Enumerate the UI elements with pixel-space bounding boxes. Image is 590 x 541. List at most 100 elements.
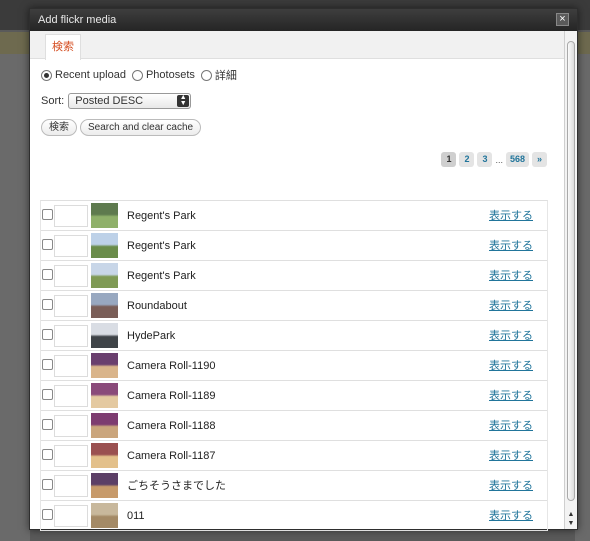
photo-row: 011 表示する (41, 501, 547, 531)
photo-row: Camera Roll-1188 表示する (41, 411, 547, 441)
radio-label-recent-upload: Recent upload (55, 69, 126, 81)
photo-thumbnail (91, 383, 118, 408)
page-3[interactable]: 3 (477, 152, 493, 167)
radio-recent-upload[interactable] (41, 69, 52, 81)
photo-thumbnail (91, 263, 118, 288)
view-link[interactable]: 表示する (489, 201, 533, 231)
scroll-arrows-icon[interactable]: ▲ ▼ (565, 510, 577, 528)
photo-checkbox[interactable] (42, 329, 53, 340)
view-link[interactable]: 表示する (489, 411, 533, 441)
photo-title: Roundabout (127, 300, 187, 312)
photo-order-input[interactable] (54, 235, 88, 257)
photo-order-input[interactable] (54, 265, 88, 287)
photo-checkbox[interactable] (42, 269, 53, 280)
close-icon[interactable]: × (556, 13, 569, 26)
photo-thumbnail (91, 413, 118, 438)
view-link[interactable]: 表示する (489, 351, 533, 381)
sort-select[interactable]: Posted DESC ▲ ▼ (68, 93, 192, 109)
add-flickr-media-dialog: Add flickr media × 検索 Recent upload Phot… (29, 8, 578, 531)
photo-row: HydePark 表示する (41, 321, 547, 351)
photo-order-input[interactable] (54, 505, 88, 527)
backdrop-left-panel (0, 54, 30, 541)
photo-title: Camera Roll-1190 (127, 360, 216, 372)
view-link[interactable]: 表示する (489, 441, 533, 471)
photo-thumbnail (91, 323, 118, 348)
photo-checkbox[interactable] (42, 299, 53, 310)
photo-row: Camera Roll-1189 表示する (41, 381, 547, 411)
view-link[interactable]: 表示する (489, 471, 533, 501)
photo-order-input[interactable] (54, 205, 88, 227)
view-link[interactable]: 表示する (489, 321, 533, 351)
select-arrows-icon: ▲ ▼ (177, 94, 190, 107)
photo-row: Regent's Park 表示する (41, 201, 547, 231)
photo-thumbnail (91, 503, 118, 528)
photo-thumbnail (91, 203, 118, 228)
page-2[interactable]: 2 (459, 152, 475, 167)
photo-thumbnail (91, 443, 118, 468)
photo-title: Regent's Park (127, 210, 196, 222)
photo-thumbnail (91, 473, 118, 498)
dialog-content: Recent upload Photosets 詳細 Sort: Posted … (30, 60, 564, 531)
photo-row: Roundabout 表示する (41, 291, 547, 321)
photo-row: Camera Roll-1187 表示する (41, 441, 547, 471)
photo-order-input[interactable] (54, 385, 88, 407)
photo-row: ごちそうさまでした 表示する (41, 471, 547, 501)
sort-label: Sort: (41, 95, 65, 107)
photo-title: HydePark (127, 330, 176, 342)
photo-order-input[interactable] (54, 295, 88, 317)
radio-details[interactable] (200, 69, 212, 81)
tab-search[interactable]: 検索 (45, 34, 81, 60)
page-1[interactable]: 1 (441, 152, 457, 167)
photo-checkbox[interactable] (42, 389, 53, 400)
photo-row: Camera Roll-1190 表示する (41, 351, 547, 381)
page-ellipsis: ... (495, 154, 503, 165)
photo-title: 011 (127, 510, 145, 522)
photo-checkbox[interactable] (42, 239, 53, 250)
action-buttons: 検索 Search and clear cache (41, 119, 202, 136)
sort-selected-value: Posted DESC (75, 95, 144, 107)
dialog-titlebar: Add flickr media × (30, 9, 577, 31)
photo-title: Regent's Park (127, 270, 196, 282)
photo-order-input[interactable] (54, 325, 88, 347)
photo-thumbnail (91, 293, 118, 318)
photo-title: ごちそうさまでした (127, 480, 226, 492)
view-link[interactable]: 表示する (489, 501, 533, 531)
photo-row: Regent's Park 表示する (41, 231, 547, 261)
photo-thumbnail (91, 233, 118, 258)
view-link[interactable]: 表示する (489, 291, 533, 321)
dialog-scrollbar[interactable]: ▲ ▼ (564, 31, 577, 529)
photo-title: Regent's Park (127, 240, 196, 252)
search-button[interactable]: 検索 (41, 119, 77, 136)
photo-list: Regent's Park 表示する Regent's Park 表示する Regent… (40, 200, 548, 531)
radio-label-details: 詳細 (214, 70, 237, 82)
photo-order-input[interactable] (54, 355, 88, 377)
page-last[interactable]: 568 (505, 152, 529, 167)
search-and-clear-cache-button[interactable]: Search and clear cache (80, 119, 202, 136)
photo-title: Camera Roll-1188 (127, 420, 216, 432)
sort-row: Sort: Posted DESC ▲ ▼ (41, 93, 192, 109)
photo-title: Camera Roll-1187 (127, 450, 216, 462)
photo-checkbox[interactable] (42, 449, 53, 460)
radio-label-photosets: Photosets (145, 69, 195, 81)
photo-thumbnail (91, 353, 118, 378)
photo-checkbox[interactable] (42, 509, 53, 520)
photo-title: Camera Roll-1189 (127, 390, 216, 402)
photo-order-input[interactable] (54, 415, 88, 437)
dialog-title: Add flickr media (38, 14, 117, 26)
view-link[interactable]: 表示する (489, 231, 533, 261)
photo-checkbox[interactable] (42, 419, 53, 430)
scrollbar-thumb[interactable] (567, 41, 575, 501)
photo-checkbox[interactable] (42, 479, 53, 490)
photo-row: Regent's Park 表示する (41, 261, 547, 291)
photo-order-input[interactable] (54, 475, 88, 497)
photo-order-input[interactable] (54, 445, 88, 467)
view-link[interactable]: 表示する (489, 261, 533, 291)
page-next[interactable]: » (532, 152, 547, 167)
radio-photosets[interactable] (131, 69, 143, 81)
photo-checkbox[interactable] (42, 209, 53, 220)
source-radio-group: Recent upload Photosets 詳細 (41, 67, 241, 83)
pagination: 1 2 3 ... 568 » (441, 152, 547, 167)
photo-checkbox[interactable] (42, 359, 53, 370)
tab-bar: 検索 (30, 31, 564, 60)
view-link[interactable]: 表示する (489, 381, 533, 411)
